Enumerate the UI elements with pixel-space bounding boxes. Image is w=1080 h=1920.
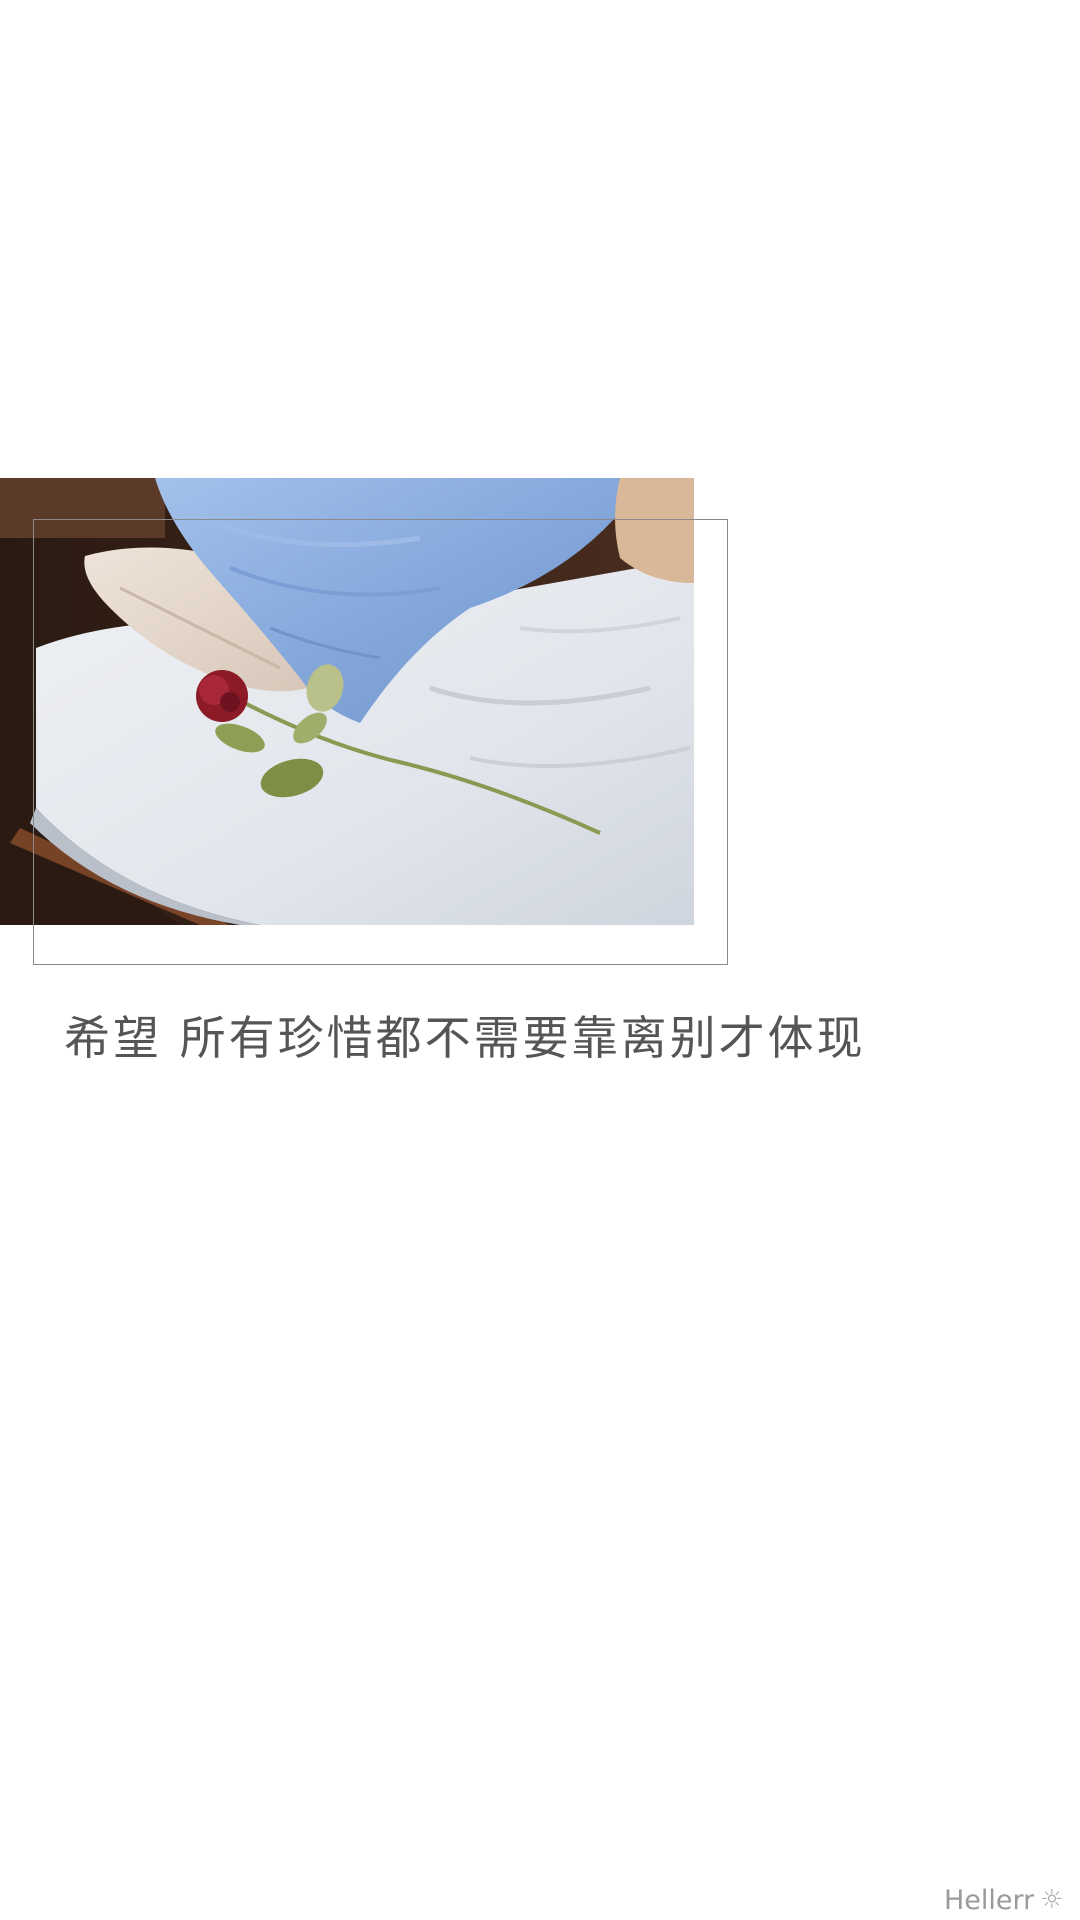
rose-photo (0, 478, 694, 925)
watermark-text: Hellerr (944, 1884, 1035, 1916)
watermark: Hellerr ☼ (944, 1882, 1076, 1918)
quote-text: 希望 所有珍惜都不需要靠离别才体现 (64, 1011, 866, 1065)
sun-icon: ☼ (1040, 1885, 1064, 1915)
